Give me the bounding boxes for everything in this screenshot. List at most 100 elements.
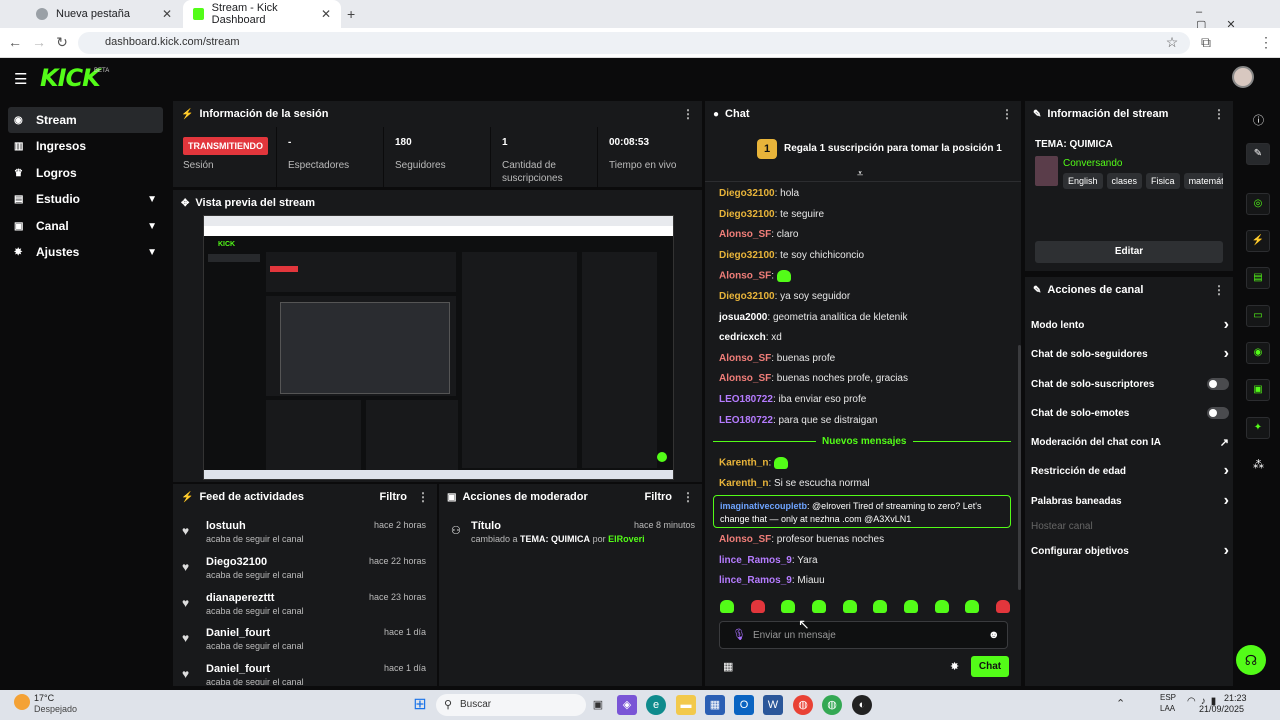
- edit-rail-icon[interactable]: ✎: [1246, 143, 1270, 165]
- channel-action-row[interactable]: Palabras baneadas ›: [1031, 491, 1229, 511]
- feed-user[interactable]: lostuuh: [206, 520, 246, 532]
- feed-user[interactable]: Daniel_fourt: [206, 627, 270, 639]
- chat-user[interactable]: LEO180722: [719, 415, 773, 426]
- toggle-switch[interactable]: [1207, 407, 1229, 419]
- chat-user[interactable]: Diego32100: [719, 250, 775, 261]
- chat-user[interactable]: lince_Ramos_9: [719, 575, 792, 586]
- forward-icon[interactable]: →: [30, 34, 48, 50]
- lang-indicator[interactable]: ESP: [1160, 693, 1176, 702]
- weather-temp[interactable]: 17°C: [34, 693, 54, 703]
- tag[interactable]: matemát: [1183, 173, 1223, 189]
- chat-user[interactable]: Alonso_SF: [719, 373, 771, 384]
- chat-user[interactable]: Alonso_SF: [719, 229, 771, 240]
- store-icon[interactable]: ▦: [705, 695, 725, 715]
- settings-icon[interactable]: ✸: [950, 660, 959, 673]
- back-icon[interactable]: ←: [6, 34, 24, 50]
- channel-action-row[interactable]: Chat de solo-emotes: [1031, 403, 1229, 423]
- chat-user[interactable]: Diego32100: [719, 188, 775, 199]
- chat-user[interactable]: Diego32100: [719, 209, 775, 220]
- chat-user[interactable]: josua2000: [719, 312, 767, 323]
- kick-logo[interactable]: KICK: [40, 64, 101, 92]
- hamburger-icon[interactable]: ☰: [14, 70, 27, 88]
- more-icon[interactable]: ⋮: [1001, 107, 1013, 121]
- emoji-icon[interactable]: ☻: [988, 629, 1000, 641]
- emote-icon[interactable]: [873, 600, 888, 613]
- chat-user[interactable]: Diego32100: [719, 291, 775, 302]
- emote-icon[interactable]: [750, 600, 765, 613]
- microphone-icon[interactable]: 🎙: [732, 628, 746, 641]
- sidebar-item-ajustes[interactable]: ✸ Ajustes ▼: [8, 239, 163, 265]
- emote-icon[interactable]: [903, 600, 918, 613]
- chat-user[interactable]: Alonso_SF: [719, 534, 771, 545]
- chat-user[interactable]: LEO180722: [719, 394, 773, 405]
- chat-bubble-icon[interactable]: ▭: [1246, 305, 1270, 327]
- outlook-icon[interactable]: O: [734, 695, 754, 715]
- feed-filter-button[interactable]: Filtro: [380, 491, 408, 503]
- feed-user[interactable]: dianaperezttt: [206, 592, 274, 604]
- url-field[interactable]: dashboard.kick.com/stream: [78, 32, 1190, 54]
- expand-icon[interactable]: ⩡: [857, 168, 863, 181]
- chat-user[interactable]: cedricxch: [719, 332, 766, 343]
- chat-user[interactable]: Karenth_n: [719, 478, 768, 489]
- close-icon[interactable]: ✕: [162, 7, 172, 21]
- chat-user[interactable]: Karenth_n: [719, 458, 768, 469]
- extensions-icon[interactable]: ⧉: [1197, 34, 1215, 51]
- more-icon[interactable]: ⋮: [682, 490, 694, 504]
- copilot-icon[interactable]: ◈: [617, 695, 637, 715]
- channel-action-row[interactable]: Chat de solo-seguidores ›: [1031, 344, 1229, 364]
- chat-user[interactable]: Alonso_SF: [719, 271, 771, 282]
- close-icon[interactable]: ✕: [321, 7, 331, 21]
- chevron-up-icon[interactable]: ⌃: [1116, 697, 1125, 710]
- info-icon[interactable]: ⓘ: [1253, 112, 1264, 128]
- feed-user[interactable]: Diego32100: [206, 556, 267, 568]
- more-icon[interactable]: ⋮: [1213, 283, 1225, 297]
- channel-action-row[interactable]: Restricción de edad ›: [1031, 461, 1229, 481]
- tag[interactable]: Fisica: [1146, 173, 1180, 189]
- emote-icon[interactable]: [811, 600, 826, 613]
- taskbar-search[interactable]: ⚲ Buscar: [436, 694, 586, 716]
- document-icon[interactable]: ▤: [1246, 267, 1270, 289]
- send-chat-button[interactable]: Chat: [971, 656, 1009, 677]
- wrench-icon[interactable]: ✦: [1246, 417, 1270, 439]
- edge-icon[interactable]: e: [646, 695, 666, 715]
- chat-scrollbar[interactable]: [1018, 345, 1021, 590]
- reload-icon[interactable]: ↻: [53, 34, 71, 51]
- feed-user[interactable]: Daniel_fourt: [206, 663, 270, 675]
- sidebar-item-estudio[interactable]: ▤ Estudio ▼: [8, 186, 163, 212]
- chat-user[interactable]: lince_Ramos_9: [719, 555, 792, 566]
- apps-icon[interactable]: ⁂: [1253, 458, 1264, 471]
- bookmark-star-icon[interactable]: ☆: [1163, 34, 1181, 51]
- chat-user[interactable]: imaginativecoupletb: [720, 501, 807, 511]
- headset-help-icon[interactable]: ☊: [1236, 645, 1266, 675]
- word-icon[interactable]: W: [763, 695, 783, 715]
- clock-time[interactable]: 21:23: [1224, 693, 1247, 703]
- browser-tab-new[interactable]: Nueva pestaña ✕: [26, 0, 182, 28]
- lightning-icon[interactable]: ⚡: [1246, 230, 1270, 252]
- monitor-icon[interactable]: ▣: [1246, 379, 1270, 401]
- broadcast-icon[interactable]: ◉: [1246, 342, 1270, 364]
- emote-icon[interactable]: [995, 600, 1010, 613]
- camera-icon[interactable]: ◎: [1246, 193, 1270, 215]
- channel-action-row[interactable]: Modo lento ›: [1031, 315, 1229, 335]
- emote-icon[interactable]: [934, 600, 949, 613]
- mod-filter-button[interactable]: Filtro: [645, 491, 673, 503]
- stream-category[interactable]: Conversando: [1063, 158, 1122, 169]
- more-icon[interactable]: ⋮: [682, 107, 694, 121]
- task-view-icon[interactable]: ▣: [588, 695, 608, 715]
- toggle-switch[interactable]: [1207, 378, 1229, 390]
- emote-icon[interactable]: [774, 457, 789, 469]
- emote-icon[interactable]: [965, 600, 980, 613]
- chat-user[interactable]: Alonso_SF: [719, 353, 771, 364]
- menu-icon[interactable]: ⋮: [1257, 34, 1275, 51]
- sidebar-item-ingresos[interactable]: ▥ Ingresos: [8, 133, 163, 159]
- mod-user[interactable]: ElRoveri: [608, 534, 645, 544]
- channel-action-row[interactable]: Configurar objetivos ›: [1031, 541, 1229, 561]
- emote-icon[interactable]: [842, 600, 857, 613]
- browser-tab-kick[interactable]: Stream - Kick Dashboard ✕: [183, 0, 341, 28]
- windows-start-icon[interactable]: ⊞: [410, 695, 430, 715]
- more-icon[interactable]: ⋮: [417, 490, 429, 504]
- new-tab-icon[interactable]: +: [347, 6, 355, 22]
- chrome-icon[interactable]: ◍: [793, 695, 813, 715]
- chrome-active-icon[interactable]: ◍: [822, 695, 842, 715]
- store-icon[interactable]: ▦: [723, 660, 733, 673]
